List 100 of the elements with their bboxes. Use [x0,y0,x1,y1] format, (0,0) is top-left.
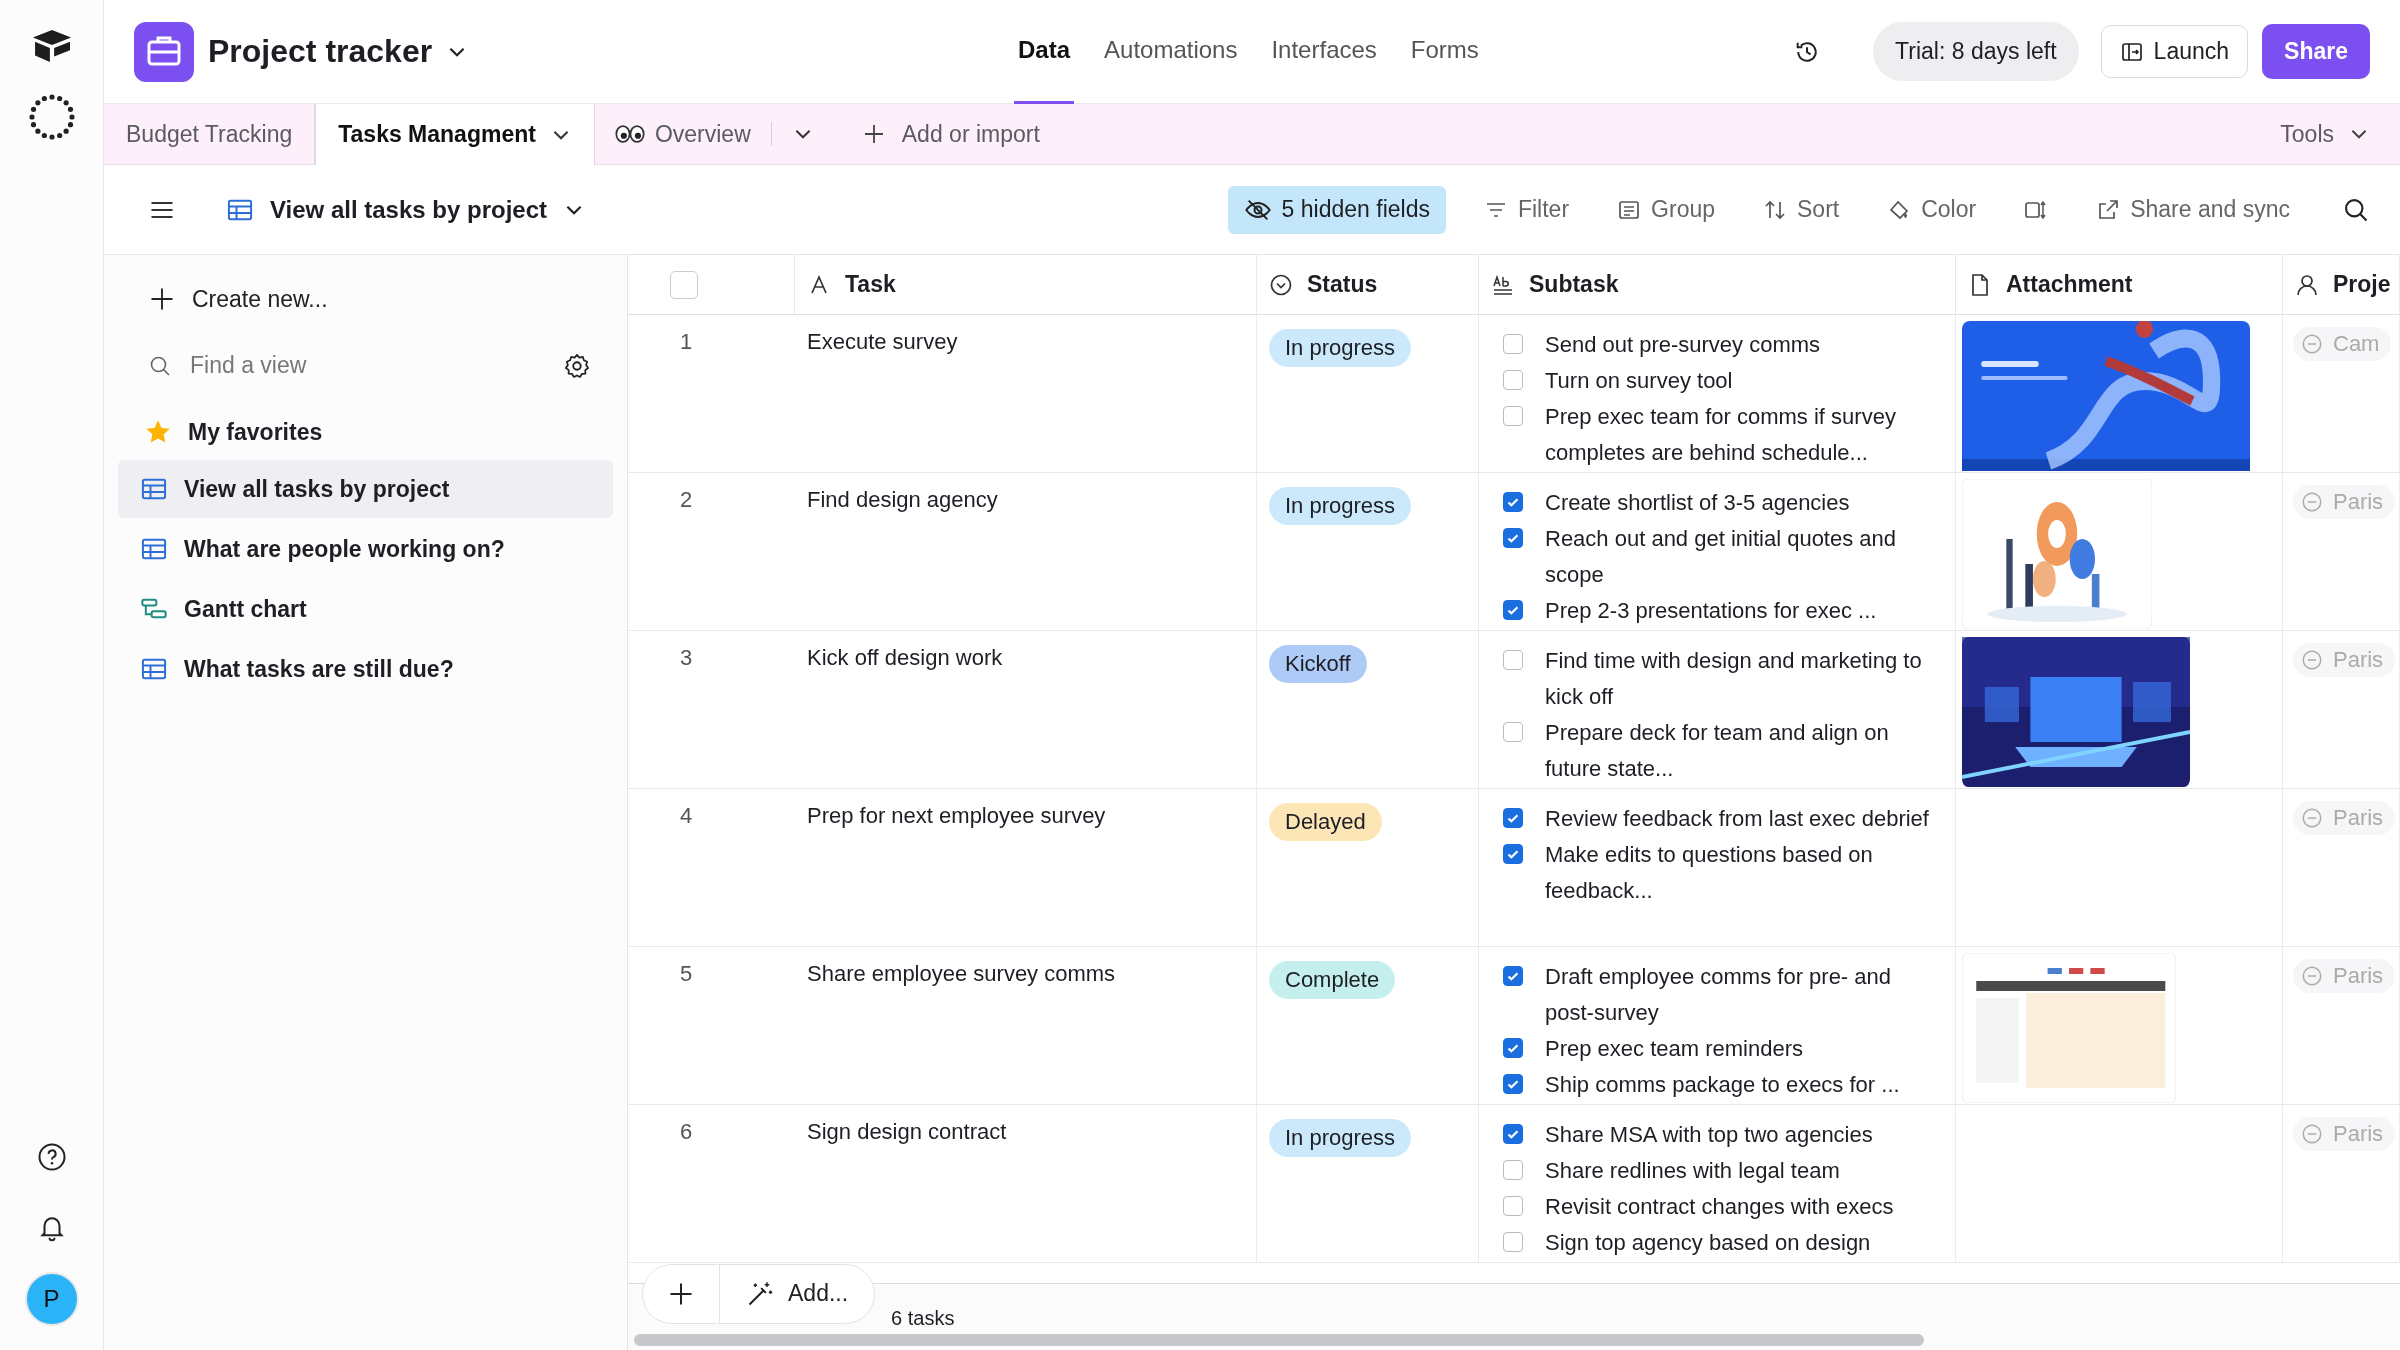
base-title: Project tracker [208,33,433,70]
checkbox[interactable] [1503,808,1523,828]
checkbox[interactable] [1503,722,1523,742]
checkbox[interactable] [1503,334,1523,354]
briefcase-icon[interactable] [134,21,194,82]
column-header[interactable]: Subtask [1479,255,1956,315]
favorites-label: My favorites [188,418,323,446]
subtask-text: Prep exec team reminders [1545,1035,1803,1063]
filter-button[interactable]: Filter [1473,188,1580,231]
row-number: 5 [680,961,693,986]
column-header[interactable]: Task [795,255,1257,315]
row-number: 1 [680,329,693,354]
checkbox[interactable] [1503,844,1523,864]
minus-circle-icon [2301,1123,2323,1145]
view-item[interactable]: View all tasks by project [118,460,613,518]
table-cell: Find design agency [807,487,998,512]
status-tag: Delayed [1269,803,1382,841]
hidden-fields-button[interactable]: 5 hidden fields [1227,185,1446,234]
nav-tab[interactable]: Forms [1406,0,1483,104]
checkbox[interactable] [1503,492,1523,512]
status-tag: In progress [1269,329,1412,367]
sort-button[interactable]: Sort [1753,188,1850,231]
view-item[interactable]: What are people working on? [118,520,613,578]
checkbox[interactable] [1503,1124,1523,1144]
table-tab[interactable]: Tasks Managment [315,104,595,165]
view-item[interactable]: What tasks are still due? [118,640,613,698]
subtask-text: Make edits to questions based on feedback... [1545,841,1874,905]
checkbox[interactable] [1503,1160,1523,1180]
row-number: 6 [680,1119,693,1144]
minus-circle-icon [2301,333,2323,355]
checkbox[interactable] [1503,600,1523,620]
tools-menu[interactable]: Tools [2250,104,2400,164]
table-cell: Execute survey [807,329,958,354]
column-header[interactable]: Proje [2283,255,2400,315]
subtask-text: Sign top agency based on design [1545,1229,1871,1257]
user-avatar[interactable]: P [24,1272,79,1326]
project-chip: Paris [2293,643,2396,677]
project-chip: Paris [2293,959,2396,993]
magic-wand-icon [746,1279,774,1308]
status-tag: In progress [1269,487,1412,525]
launch-button[interactable]: Launch [2100,25,2249,78]
table-cell: Prep for next employee survey [807,803,1106,828]
overview-tab[interactable]: Overview [594,104,771,164]
find-view-field[interactable]: Find a view [188,351,492,380]
subtask-text: Revisit contract changes with execs [1545,1193,1894,1221]
subtask-text: Share MSA with top two agencies [1545,1121,1873,1149]
minus-circle-icon [2301,491,2323,513]
trial-badge[interactable]: Trial: 8 days left [1873,22,2079,81]
checkbox[interactable] [1503,1074,1523,1094]
checkbox[interactable] [1503,966,1523,986]
project-chip: Paris [2293,1117,2396,1151]
nav-tab[interactable]: Interfaces [1267,0,1381,104]
share-button[interactable]: Share and sync [2086,188,2300,231]
create-new-button[interactable]: Create new... [118,275,613,323]
table-cell: Share employee survey comms [807,961,1116,986]
column-header[interactable]: Attachment [1956,255,2283,315]
scrollbar-thumb[interactable] [634,1333,1924,1346]
checkbox[interactable] [1503,370,1523,390]
row-number: 2 [680,487,693,512]
checkbox[interactable] [1503,1196,1523,1216]
row-number: 4 [680,803,693,828]
share-icon [2096,197,2121,222]
project-chip: Paris [2293,801,2396,835]
nav-tab[interactable]: Automations [1100,0,1242,104]
subtask-text: Prep exec team for comms if survey completes are behind schedule... [1545,403,1897,467]
subtask-text: Prep 2-3 presentations for exec ... [1545,597,1877,625]
view-item[interactable]: Gantt chart [118,580,613,638]
subtask-text: Reach out and get initial quotes and scope [1545,525,1898,589]
subtask-text: Send out pre-survey comms [1545,331,1821,359]
subtask-text: Draft employee comms for pre- and post-survey [1545,963,1893,1027]
checkbox[interactable] [1503,1038,1523,1058]
subtask-text: Turn on survey tool [1545,367,1733,395]
subtask-text: Find time with design and marketing to kick off [1545,647,1923,711]
project-chip: Cam [2293,327,2392,361]
select-field-icon [1269,272,1293,297]
person-field-icon [2295,272,2319,297]
checkbox[interactable] [1503,1232,1523,1252]
column-header[interactable]: Status [1257,255,1479,315]
minus-circle-icon [2301,649,2323,671]
share-button[interactable]: Share [2262,24,2370,79]
record-count: 6 tasks [891,1307,955,1331]
eyes-icon [614,124,645,144]
subtask-text: Review feedback from last exec debrief [1545,805,1929,833]
subtask-text: Share redlines with legal team [1545,1157,1840,1185]
status-tag: In progress [1269,1119,1412,1157]
checkbox[interactable] [1503,406,1523,426]
group-button[interactable]: Group [1607,188,1725,231]
color-button[interactable]: Color [1877,188,1987,231]
subtask-text: Prepare deck for team and align on future state... [1545,719,1890,783]
settings-icon[interactable] [563,351,591,380]
checkbox[interactable] [1503,650,1523,670]
add-or-import-button[interactable]: Add or import [841,104,1060,164]
row-number: 3 [680,645,693,670]
checkbox[interactable] [1503,528,1523,548]
view-switcher[interactable]: View all tasks by project [226,195,586,224]
subtask-text: Ship comms package to execs for ... [1545,1071,1900,1099]
help-icon[interactable] [36,1142,67,1172]
status-tag: Complete [1269,961,1396,999]
select-all-checkbox[interactable] [670,270,698,299]
dotted-circle-icon[interactable] [26,92,77,142]
